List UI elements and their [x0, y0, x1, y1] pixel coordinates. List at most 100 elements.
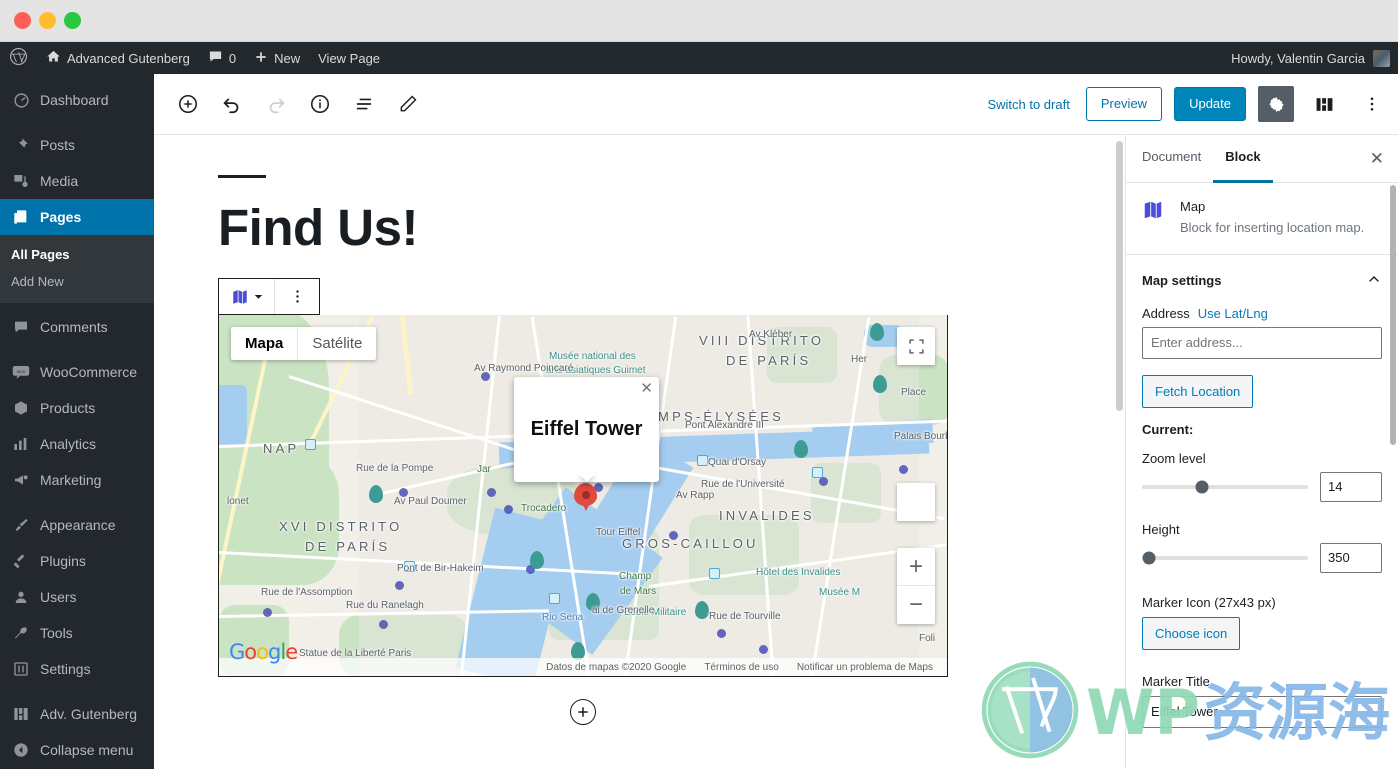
sidebar-item-label: Plugins — [40, 553, 86, 569]
sidebar-item-settings[interactable]: Settings — [0, 651, 154, 687]
map-label: Rue du Ranelagh — [346, 600, 424, 612]
map-report-link[interactable]: Notificar un problema de Maps — [797, 662, 933, 673]
content-info-icon[interactable] — [302, 86, 338, 122]
admin-shell: Dashboard Posts Media Pages All Pages Ad… — [0, 74, 1398, 769]
add-block-icon[interactable] — [170, 86, 206, 122]
maximize-window-button[interactable] — [64, 12, 81, 29]
marker-title-input[interactable] — [1142, 695, 1382, 728]
height-slider-thumb[interactable] — [1142, 551, 1156, 564]
map-type-satellite-button[interactable]: Satélite — [297, 327, 376, 361]
map-settings-panel-header[interactable]: Map settings — [1126, 255, 1398, 306]
sidebar-item-all-pages[interactable]: All Pages — [0, 241, 154, 268]
sidebar-item-marketing[interactable]: Marketing — [0, 462, 154, 498]
map-block[interactable]: VIII DISTRITO DE PARÍS CHAMPS-ÉLYSÉES XVI D… — [218, 315, 948, 678]
settings-scrollbar[interactable] — [1390, 185, 1396, 445]
address-label: Address — [1142, 305, 1190, 321]
block-navigation-icon[interactable] — [346, 86, 382, 122]
sidebar-item-posts[interactable]: Posts — [0, 127, 154, 163]
sidebar-item-plugins[interactable]: Plugins — [0, 543, 154, 579]
block-toolbar — [218, 278, 320, 316]
fetch-location-button[interactable]: Fetch Location — [1142, 374, 1254, 408]
map-label: Jar — [477, 464, 491, 476]
plus-circle-icon[interactable] — [570, 699, 596, 726]
street-view-icon[interactable] — [897, 483, 935, 522]
comment-bubble-icon — [208, 49, 223, 67]
map-label: Av Rapp — [676, 490, 715, 502]
height-input[interactable] — [1320, 542, 1382, 573]
admin-sidebar-menu: Dashboard Posts Media Pages All Pages Ad… — [0, 74, 154, 769]
map-infowindow[interactable]: ✕ Eiffel Tower — [514, 377, 659, 483]
close-icon[interactable]: ✕ — [1356, 149, 1398, 169]
svg-text:woo: woo — [17, 369, 26, 374]
sidebar-item-dashboard[interactable]: Dashboard — [0, 82, 154, 118]
sidebar-item-media[interactable]: Media — [0, 163, 154, 199]
block-appender — [218, 699, 948, 726]
tab-document[interactable]: Document — [1130, 135, 1213, 183]
address-input[interactable] — [1142, 326, 1382, 359]
update-button[interactable]: Update — [1174, 87, 1246, 121]
sidebar-item-tools[interactable]: Tools — [0, 615, 154, 651]
sidebar-item-appearance[interactable]: Appearance — [0, 507, 154, 543]
menu-separator — [0, 118, 154, 127]
adminbar-view-page[interactable]: View Page — [309, 42, 389, 74]
close-window-button[interactable] — [14, 12, 31, 29]
minimize-window-button[interactable] — [39, 12, 56, 29]
sidebar-item-adv-gutenberg[interactable]: Adv. Gutenberg — [0, 696, 154, 732]
zoom-out-button[interactable]: − — [897, 586, 935, 624]
paintbrush-icon — [11, 515, 31, 535]
zoom-in-button[interactable]: + — [897, 548, 935, 587]
sidebar-item-products[interactable]: Products — [0, 390, 154, 426]
sidebar-item-add-new[interactable]: Add New — [0, 268, 154, 295]
edit-pencil-icon[interactable] — [390, 86, 426, 122]
sidebar-item-users[interactable]: Users — [0, 579, 154, 615]
height-slider[interactable] — [1142, 551, 1308, 564]
gear-icon[interactable] — [1258, 86, 1294, 122]
height-group: Height — [1142, 522, 1382, 573]
map-label: Rue de la Pompe — [356, 463, 434, 475]
block-more-options-button[interactable] — [275, 279, 319, 314]
sidebar-item-analytics[interactable]: Analytics — [0, 426, 154, 462]
adminbar-wp-logo[interactable] — [0, 42, 37, 74]
map-label: Musée M — [819, 587, 861, 599]
choose-icon-button[interactable]: Choose icon — [1142, 616, 1241, 650]
sidebar-item-comments[interactable]: Comments — [0, 309, 154, 345]
map-label: Quai d'Orsay — [708, 457, 767, 469]
adminbar-new[interactable]: New — [245, 42, 309, 74]
map-block-icon[interactable] — [219, 279, 275, 315]
undo-icon[interactable] — [214, 86, 250, 122]
adminbar-account[interactable]: Howdy, Valentin Garcia — [1231, 49, 1390, 67]
adminbar-site-name[interactable]: Advanced Gutenberg — [37, 42, 199, 74]
block-manager-icon[interactable] — [1306, 86, 1342, 122]
page-title[interactable]: Find Us! — [218, 199, 1125, 256]
sidebar-item-woocommerce[interactable]: woo WooCommerce — [0, 354, 154, 390]
fullscreen-icon[interactable] — [897, 327, 935, 366]
zoom-level-slider-thumb[interactable] — [1195, 480, 1209, 493]
tab-block[interactable]: Block — [1213, 135, 1273, 183]
sidebar-subitem-label: All Pages — [11, 247, 70, 262]
map-settings-panel-title: Map settings — [1142, 272, 1222, 288]
block-info-description: Block for inserting location map. — [1180, 220, 1365, 235]
dashboard-icon — [11, 90, 31, 110]
more-vertical-icon[interactable] — [1354, 86, 1390, 122]
map-label: INVALIDES — [719, 508, 815, 524]
zoom-level-slider[interactable] — [1142, 480, 1308, 493]
pages-icon — [11, 207, 31, 227]
redo-icon[interactable] — [258, 86, 294, 122]
preview-button[interactable]: Preview — [1085, 87, 1163, 121]
map-label: Pont de Bir-Hakeim — [397, 563, 484, 575]
collapse-menu-button[interactable]: Collapse menu — [0, 732, 154, 768]
canvas-scrollbar[interactable] — [1116, 141, 1123, 411]
close-icon[interactable]: ✕ — [640, 379, 653, 397]
google-map[interactable]: VIII DISTRITO DE PARÍS CHAMPS-ÉLYSÉES XVI D… — [219, 315, 947, 677]
map-label: DE PARÍS — [726, 353, 812, 369]
use-lat-lng-link[interactable]: Use Lat/Lng — [1198, 306, 1268, 321]
map-terms-link[interactable]: Términos de uso — [704, 662, 778, 673]
sidebar-item-label: Marketing — [40, 472, 102, 488]
switch-to-draft-button[interactable]: Switch to draft — [983, 91, 1073, 118]
address-field-header: Address Use Lat/Lng — [1142, 306, 1382, 321]
sidebar-item-pages[interactable]: Pages — [0, 199, 154, 235]
map-type-mapa-button[interactable]: Mapa — [231, 327, 297, 360]
zoom-level-label: Zoom level — [1142, 450, 1206, 466]
adminbar-comments[interactable]: 0 — [199, 42, 245, 74]
zoom-level-input[interactable] — [1320, 471, 1382, 502]
